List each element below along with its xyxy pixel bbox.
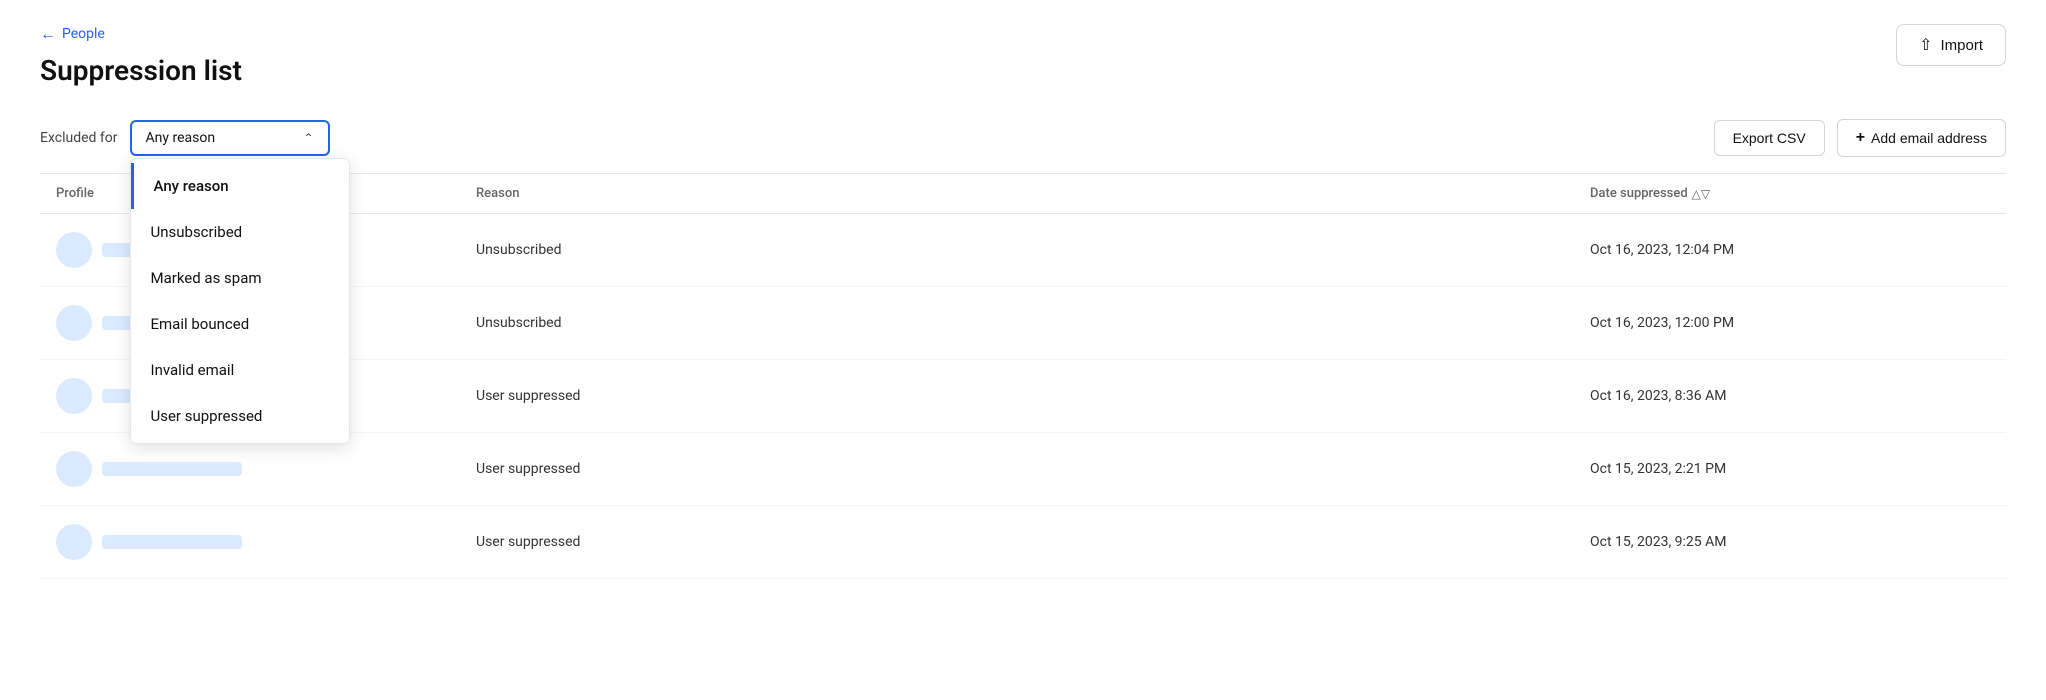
toolbar: Excluded for Any reason ⌃ Any reason Uns… bbox=[40, 119, 2006, 157]
dropdown-option-any-reason[interactable]: Any reason bbox=[131, 163, 349, 209]
back-link-label: People bbox=[62, 26, 105, 42]
avatar bbox=[56, 232, 92, 268]
add-email-address-label: Add email address bbox=[1871, 130, 1987, 146]
date-cell: Oct 15, 2023, 2:21 PM bbox=[1590, 461, 1990, 477]
import-button[interactable]: ⇧ Import bbox=[1896, 24, 2006, 66]
date-cell: Oct 16, 2023, 12:00 PM bbox=[1590, 315, 1990, 331]
name-placeholder bbox=[102, 535, 242, 549]
dropdown-option-unsubscribed[interactable]: Unsubscribed bbox=[131, 209, 349, 255]
toolbar-right: Export CSV + Add email address bbox=[1714, 119, 2006, 157]
toolbar-left: Excluded for Any reason ⌃ Any reason Uns… bbox=[40, 120, 330, 156]
avatar bbox=[56, 378, 92, 414]
dropdown-trigger[interactable]: Any reason ⌃ bbox=[130, 120, 330, 156]
dropdown-menu: Any reason Unsubscribed Marked as spam E… bbox=[130, 158, 350, 444]
chevron-up-icon: ⌃ bbox=[303, 131, 313, 145]
reason-cell: Unsubscribed bbox=[476, 315, 1590, 331]
reason-cell: User suppressed bbox=[476, 388, 1590, 404]
sort-icon: △▽ bbox=[1692, 187, 1710, 201]
dropdown-option-email-bounced[interactable]: Email bounced bbox=[131, 301, 349, 347]
dropdown-option-marked-as-spam[interactable]: Marked as spam bbox=[131, 255, 349, 301]
name-placeholder bbox=[102, 462, 242, 476]
dropdown-selected-value: Any reason bbox=[146, 130, 216, 146]
upload-icon: ⇧ bbox=[1919, 35, 1932, 55]
reason-cell: Unsubscribed bbox=[476, 242, 1590, 258]
plus-icon: + bbox=[1856, 129, 1865, 147]
page-title: Suppression list bbox=[40, 54, 2006, 87]
excluded-for-label: Excluded for bbox=[40, 130, 118, 146]
reason-cell: User suppressed bbox=[476, 534, 1590, 550]
back-arrow-icon: ← bbox=[40, 24, 56, 44]
date-cell: Oct 16, 2023, 8:36 AM bbox=[1590, 388, 1990, 404]
profile-cell bbox=[56, 451, 476, 487]
import-button-label: Import bbox=[1940, 37, 1983, 54]
profile-cell bbox=[56, 524, 476, 560]
date-cell: Oct 15, 2023, 9:25 AM bbox=[1590, 534, 1990, 550]
column-header-date-suppressed[interactable]: Date suppressed △▽ bbox=[1590, 186, 1990, 201]
avatar bbox=[56, 524, 92, 560]
dropdown-option-invalid-email[interactable]: Invalid email bbox=[131, 347, 349, 393]
add-email-address-button[interactable]: + Add email address bbox=[1837, 119, 2006, 157]
dropdown-option-user-suppressed[interactable]: User suppressed bbox=[131, 393, 349, 439]
reason-cell: User suppressed bbox=[476, 461, 1590, 477]
avatar bbox=[56, 305, 92, 341]
export-csv-button[interactable]: Export CSV bbox=[1714, 120, 1825, 156]
avatar bbox=[56, 451, 92, 487]
table-row: User suppressed Oct 15, 2023, 9:25 AM bbox=[40, 506, 2006, 579]
back-link[interactable]: ← People bbox=[40, 24, 105, 44]
column-header-reason: Reason bbox=[476, 186, 1590, 201]
page-container: ← People Suppression list ⇧ Import Exclu… bbox=[0, 0, 2046, 700]
date-cell: Oct 16, 2023, 12:04 PM bbox=[1590, 242, 1990, 258]
reason-filter-dropdown: Any reason ⌃ Any reason Unsubscribed Mar… bbox=[130, 120, 330, 156]
